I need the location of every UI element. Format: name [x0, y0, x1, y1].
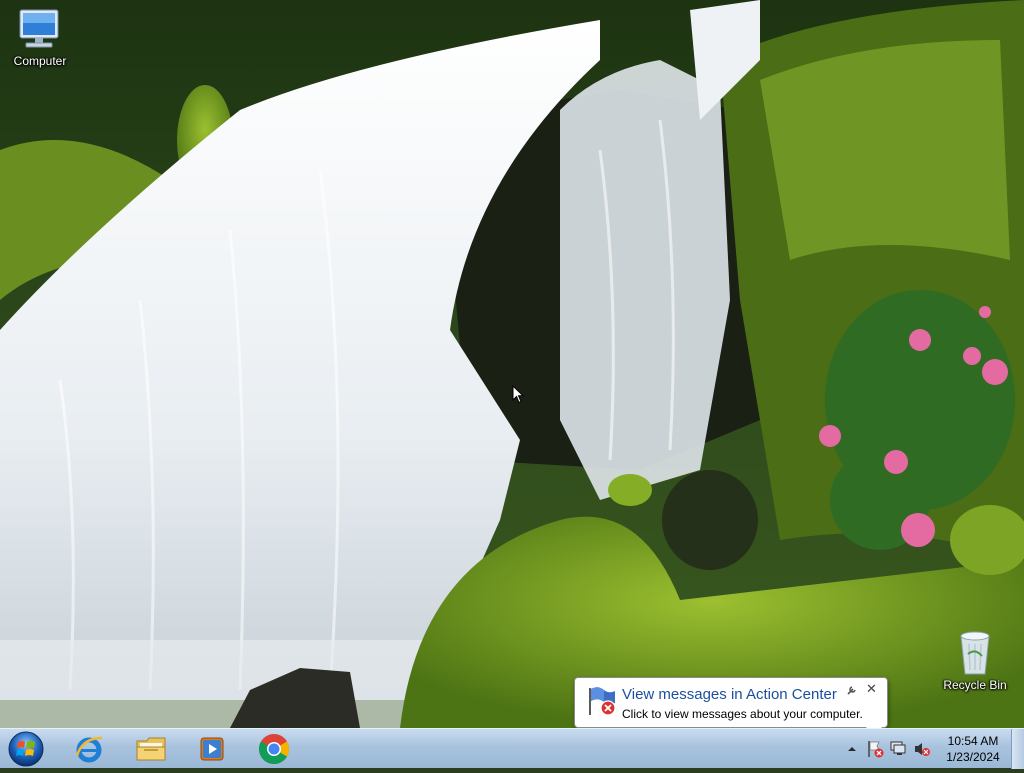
- clock-time: 10:54 AM: [947, 734, 999, 748]
- taskbar: 10:54 AM 1/23/2024: [0, 728, 1024, 769]
- windows-orb-icon: [8, 731, 44, 767]
- notification-text: Click to view messages about your comput…: [622, 707, 863, 721]
- internet-explorer-icon: [75, 736, 103, 763]
- chrome-icon: [259, 734, 289, 765]
- mouse-cursor-icon: [512, 385, 524, 404]
- taskbar-media-player[interactable]: [190, 731, 234, 767]
- taskbar-file-explorer[interactable]: [129, 731, 173, 767]
- action-center-flag-icon: [868, 741, 884, 758]
- chevron-up-icon: [848, 747, 856, 751]
- close-icon[interactable]: ✕: [866, 682, 877, 695]
- taskbar-chrome[interactable]: [252, 731, 296, 767]
- desktop-icon-label: Recycle Bin: [943, 678, 1007, 692]
- volume-muted-icon: [915, 743, 930, 756]
- computer-icon: [19, 9, 59, 48]
- tray-action-center[interactable]: [866, 741, 884, 758]
- media-player-icon: [200, 737, 224, 761]
- wrench-icon[interactable]: [846, 684, 858, 696]
- recycle-bin-icon: [960, 631, 990, 675]
- desktop-icon-computer[interactable]: Computer: [2, 8, 78, 68]
- action-center-notification[interactable]: View messages in Action Center Click to …: [574, 677, 888, 728]
- desktop-icon-label: Computer: [13, 54, 67, 68]
- taskbar-internet-explorer[interactable]: [67, 731, 111, 767]
- tray-volume[interactable]: [913, 741, 931, 757]
- desktop-icon-recycle-bin[interactable]: Recycle Bin: [937, 630, 1013, 692]
- wallpaper-waterfall: [0, 0, 1024, 728]
- network-icon: [890, 741, 906, 755]
- action-center-flag-icon: [589, 687, 616, 716]
- tray-network[interactable]: [889, 741, 907, 757]
- tray-clock[interactable]: 10:54 AM 1/23/2024: [940, 733, 1006, 765]
- start-button[interactable]: [6, 730, 46, 768]
- desktop[interactable]: Computer Recycle Bin: [0, 0, 1024, 728]
- show-desktop-button[interactable]: [1011, 729, 1024, 769]
- file-explorer-icon: [136, 737, 166, 761]
- notification-title[interactable]: View messages in Action Center: [622, 686, 837, 703]
- show-hidden-icons-button[interactable]: [843, 741, 861, 757]
- clock-date: 1/23/2024: [946, 750, 1000, 764]
